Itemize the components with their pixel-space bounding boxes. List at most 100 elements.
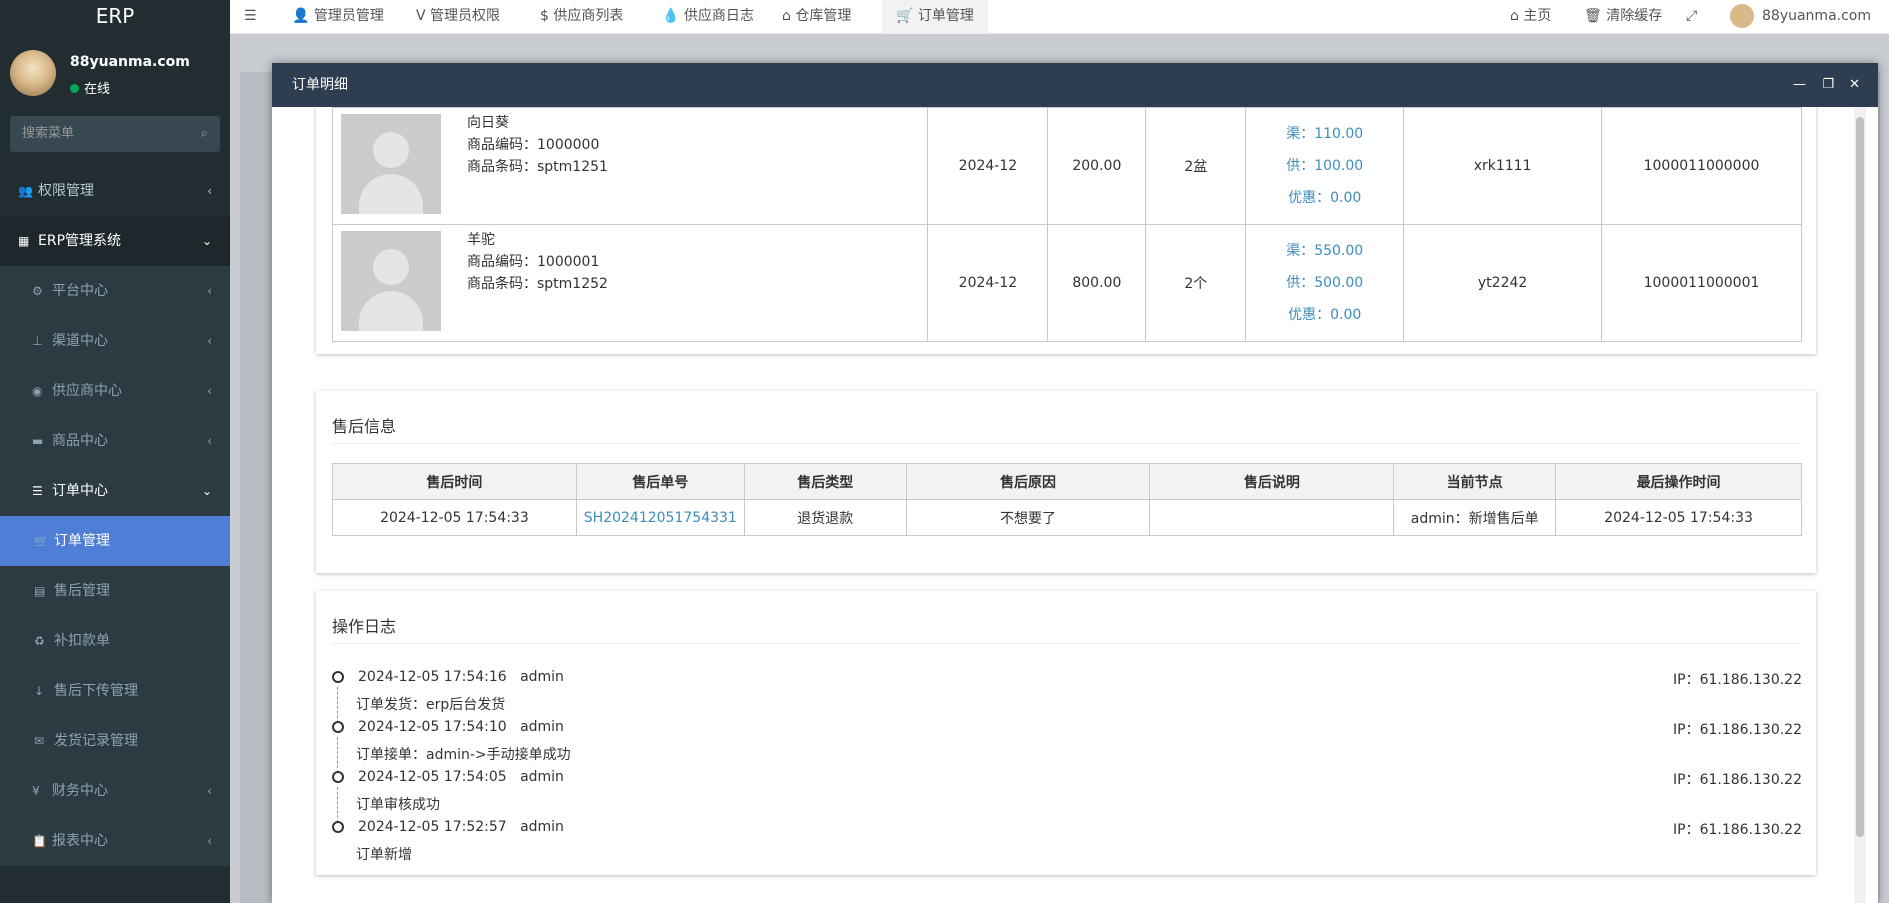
sidebar-item-erp[interactable]: ▦ ERP管理系统 ⌄ bbox=[0, 216, 230, 266]
clock-icon bbox=[332, 771, 344, 783]
aftersales-order-link[interactable]: SH202412051754331 bbox=[584, 510, 737, 526]
clear-cache-button[interactable]: 🗑 清除缓存 bbox=[1584, 0, 1662, 34]
table-cell: 不想要了 bbox=[905, 499, 1151, 536]
compass-icon: ◉ bbox=[32, 384, 43, 398]
column-header: 售后单号 bbox=[575, 463, 745, 500]
product-info: 羊驼 商品编码：1000001 商品条码：sptm1252 bbox=[467, 229, 608, 295]
log-ip: IP：61.186.130.22 bbox=[1673, 822, 1802, 838]
product-name: 羊驼 bbox=[467, 232, 495, 248]
menu-toggle-icon[interactable]: ☰ bbox=[244, 0, 257, 34]
sidebar-item-finance[interactable]: ¥ 财务中心 ‹ bbox=[0, 766, 230, 816]
avatar bbox=[10, 50, 56, 96]
scrollbar-thumb[interactable] bbox=[1856, 117, 1864, 837]
table-cell: 2024-12-05 17:54:33 bbox=[332, 499, 577, 536]
product-image[interactable] bbox=[341, 114, 441, 214]
log-desc: 订单新增 bbox=[356, 847, 412, 863]
sidebar-item-reports[interactable]: 📋 报表中心 ‹ bbox=[0, 816, 230, 866]
sidebar-item-order-center[interactable]: ☰ 订单中心 ⌄ bbox=[0, 466, 230, 516]
minimize-icon[interactable]: — bbox=[1793, 63, 1806, 107]
clock-icon bbox=[332, 721, 344, 733]
log-desc: 订单接单：admin->手动接单成功 bbox=[356, 747, 571, 763]
brand-logo[interactable]: ERP bbox=[0, 0, 230, 32]
sitemap-icon: ⊥ bbox=[32, 334, 43, 348]
table-cell: 退货退款 bbox=[743, 499, 907, 536]
chevron-down-icon: ⌄ bbox=[201, 234, 212, 248]
user-menu-label: 88yuanma.com bbox=[1762, 8, 1871, 24]
supply-price: 供：100.00 bbox=[1286, 158, 1364, 174]
sidebar-item-aftersales-download[interactable]: ↓ 售后下传管理 bbox=[0, 666, 230, 716]
top-navbar: ☰ 👤 管理员管理 ᐯ 管理员权限 $ 供应商列表 💧 供应商日志 ⌂ 仓库管理… bbox=[230, 0, 1889, 34]
sidebar-item-aftersales[interactable]: ▤ 售后管理 bbox=[0, 566, 230, 616]
user-menu[interactable]: 88yuanma.com bbox=[1730, 0, 1871, 34]
chevron-left-icon: ‹ bbox=[207, 284, 212, 298]
product-info: 向日葵 商品编码：1000000 商品条码：sptm1251 bbox=[467, 112, 608, 178]
restore-icon[interactable]: ❐ bbox=[1822, 63, 1834, 107]
sidebar-item-label: 售后下传管理 bbox=[54, 683, 138, 699]
tab-label: 供应商列表 bbox=[553, 8, 624, 24]
sidebar-item-deduction[interactable]: ♻ 补扣款单 bbox=[0, 616, 230, 666]
log-time: 2024-12-05 17:54:10 admin bbox=[358, 719, 564, 735]
sidebar-item-platform[interactable]: ⚙ 平台中心 ‹ bbox=[0, 266, 230, 316]
fullscreen-icon[interactable]: ⤢ bbox=[1686, 0, 1697, 34]
modal-scrollbar[interactable] bbox=[1854, 107, 1866, 903]
product-image[interactable] bbox=[341, 231, 441, 331]
product-prices: 渠：110.00 供：100.00 优惠：0.00 bbox=[1245, 107, 1405, 225]
sidebar-item-label: 发货记录管理 bbox=[54, 733, 138, 749]
product-name: 向日葵 bbox=[467, 115, 509, 131]
log-time: 2024-12-05 17:54:05 admin bbox=[358, 769, 564, 785]
product-barcode: 商品条码：sptm1252 bbox=[467, 276, 608, 292]
clipboard-icon: 📋 bbox=[32, 834, 47, 848]
chevron-left-icon: ‹ bbox=[207, 334, 212, 348]
search-icon[interactable]: ⌕ bbox=[201, 116, 208, 152]
product-barcode: 商品条码：sptm1251 bbox=[467, 159, 608, 175]
supply-price: 供：500.00 bbox=[1286, 275, 1364, 291]
clear-cache-label: 清除缓存 bbox=[1606, 8, 1663, 24]
sidebar-item-channel[interactable]: ⊥ 渠道中心 ‹ bbox=[0, 316, 230, 366]
tab-admin-permissions[interactable]: ᐯ 管理员权限 bbox=[416, 0, 500, 34]
column-header: 售后类型 bbox=[743, 463, 907, 500]
sidebar-item-order-management[interactable]: 🛒 订单管理 bbox=[0, 516, 230, 566]
tab-label: 管理员权限 bbox=[430, 8, 501, 24]
tab-admin-management[interactable]: 👤 管理员管理 bbox=[292, 0, 384, 34]
order-detail-modal: 订单明细 — ❐ ✕ 向日葵 商品编码：1000000 商品条码：sptm125… bbox=[272, 63, 1878, 903]
sidebar-item-label: 报表中心 bbox=[52, 833, 108, 849]
chevron-left-icon: ‹ bbox=[207, 184, 212, 198]
chevron-left-icon: ‹ bbox=[207, 434, 212, 448]
chevron-left-icon: ‹ bbox=[207, 784, 212, 798]
clock-icon bbox=[332, 821, 344, 833]
cart-icon: 🛒 bbox=[34, 534, 49, 548]
sidebar-item-goods[interactable]: ▬ 商品中心 ‹ bbox=[0, 416, 230, 466]
product-box: 向日葵 商品编码：1000000 商品条码：sptm1251 2024-12 2… bbox=[316, 107, 1816, 354]
tab-supplier-log[interactable]: 💧 供应商日志 bbox=[662, 0, 754, 34]
list-icon: ☰ bbox=[32, 484, 43, 498]
sidebar-item-shipping-records[interactable]: ✉ 发货记录管理 bbox=[0, 716, 230, 766]
aftersales-title: 售后信息 bbox=[332, 417, 397, 436]
table-cell: 2024-12-05 17:54:33 bbox=[1555, 499, 1802, 536]
product-qty: 2盆 bbox=[1145, 107, 1247, 225]
sidebar-item-label: 商品中心 bbox=[52, 433, 108, 449]
modal-header: 订单明细 bbox=[272, 63, 1878, 107]
table-row: 向日葵 商品编码：1000000 商品条码：sptm1251 2024-12 2… bbox=[331, 107, 1802, 225]
log-title: 操作日志 bbox=[332, 617, 397, 636]
column-header: 售后时间 bbox=[332, 463, 577, 500]
tab-label: 仓库管理 bbox=[795, 8, 852, 24]
log-desc: 订单审核成功 bbox=[356, 797, 440, 813]
sidebar-item-permissions[interactable]: 👥 权限管理 ‹ bbox=[0, 166, 230, 216]
sidebar-item-supplier[interactable]: ◉ 供应商中心 ‹ bbox=[0, 366, 230, 416]
tab-warehouse[interactable]: ⌂ 仓库管理 bbox=[782, 0, 851, 34]
table-cell: SH202412051754331 bbox=[575, 499, 745, 536]
column-header: 售后原因 bbox=[905, 463, 1151, 500]
sidebar-search-input[interactable]: 搜索菜单 ⌕ bbox=[10, 116, 220, 152]
tab-order-management[interactable]: 🛒 订单管理 bbox=[882, 0, 988, 34]
tab-supplier-list[interactable]: $ 供应商列表 bbox=[540, 0, 623, 34]
close-icon[interactable]: ✕ bbox=[1849, 63, 1860, 107]
log-ip: IP：61.186.130.22 bbox=[1673, 772, 1802, 788]
chevron-left-icon: ‹ bbox=[207, 384, 212, 398]
home-link[interactable]: ⌂ 主页 bbox=[1510, 0, 1551, 34]
column-header: 售后说明 bbox=[1149, 463, 1395, 500]
discount: 优惠：0.00 bbox=[1288, 190, 1362, 206]
list-alt-icon: ▤ bbox=[34, 584, 46, 598]
sidebar-menu: 👥 权限管理 ‹ ▦ ERP管理系统 ⌄ ⚙ 平台中心 ‹ ⊥ 渠道中心 ‹ ◉ 供应商中心 ‹ ▬… bbox=[0, 166, 230, 866]
clock-icon bbox=[332, 671, 344, 683]
product-price: 200.00 bbox=[1047, 107, 1147, 225]
